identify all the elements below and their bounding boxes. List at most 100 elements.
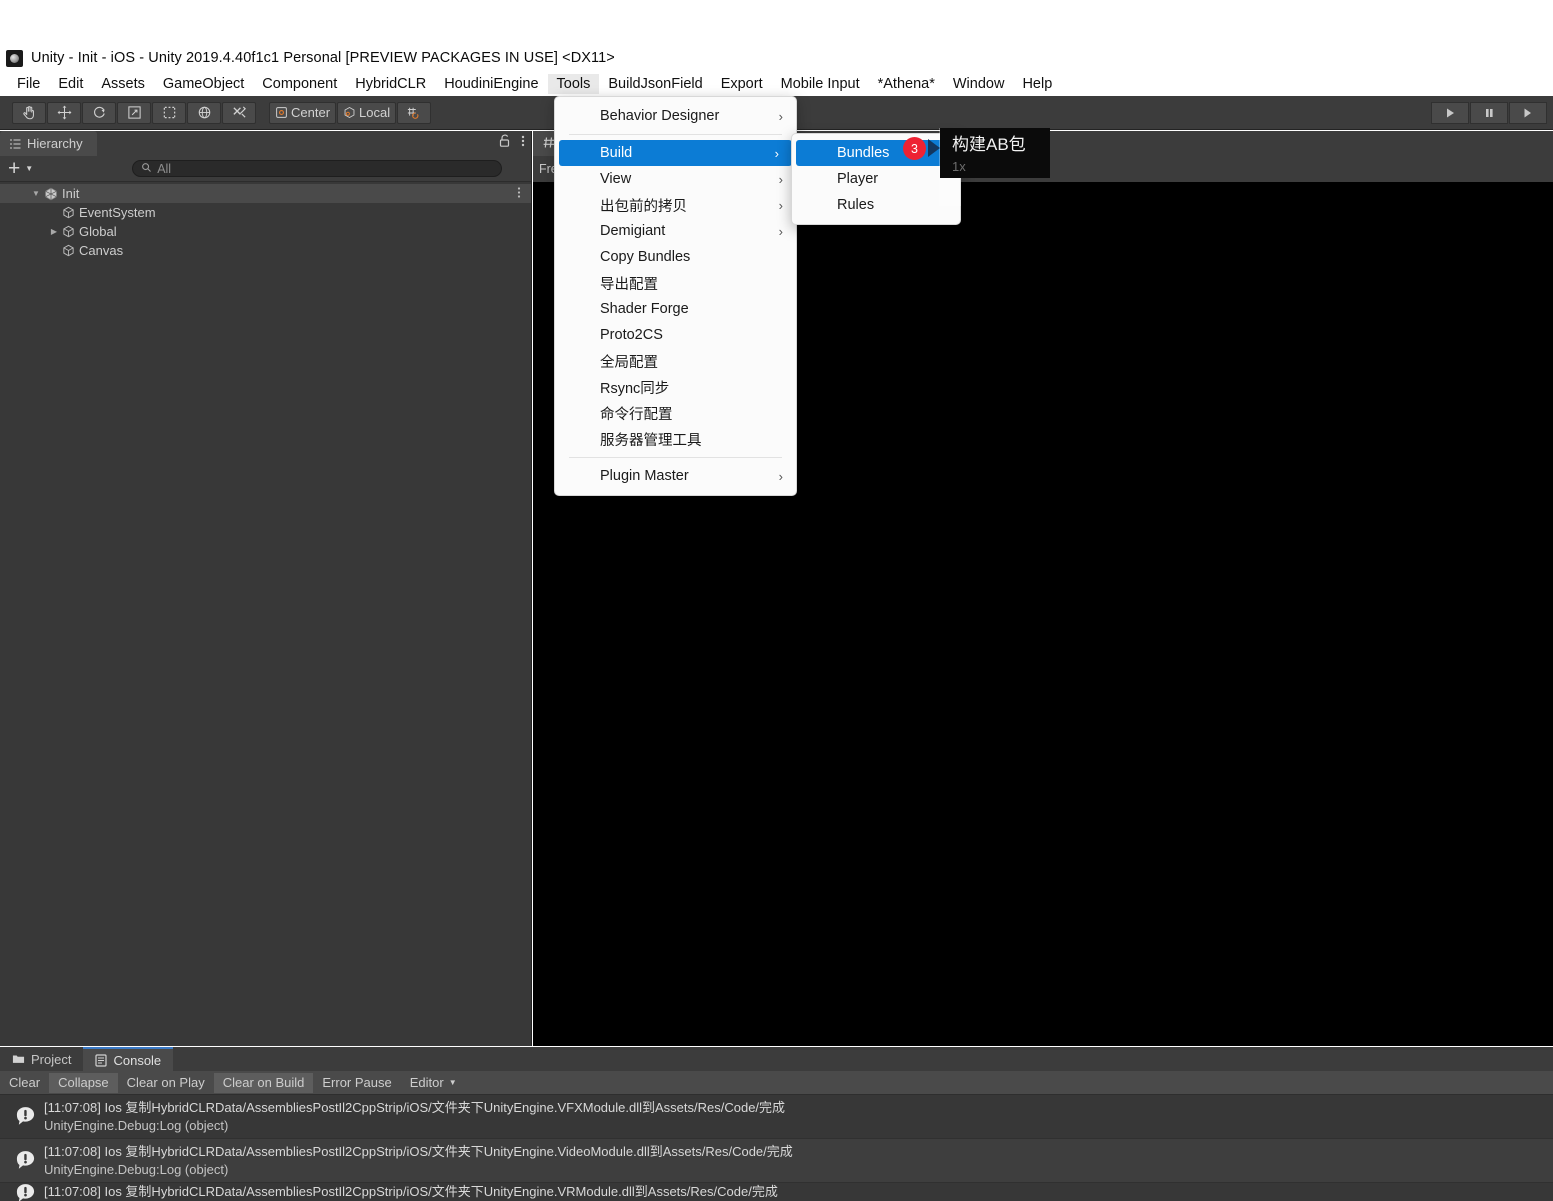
console-button-label: Error Pause [322, 1075, 392, 1090]
annotation-tooltip: 构建AB包 1x [940, 128, 1050, 178]
console-error-pause-button[interactable]: Error Pause [313, 1073, 400, 1093]
menu-item-demigiant[interactable]: Demigiant › [555, 218, 796, 244]
menu-help[interactable]: Help [1013, 74, 1061, 94]
console-toolbar: Clear Collapse Clear on Play Clear on Build… [0, 1071, 1553, 1095]
menu-item-build[interactable]: Build › [559, 140, 792, 166]
menu-item-命令行配置[interactable]: 命令行配置 [555, 400, 796, 426]
menu-gameobject[interactable]: GameObject [154, 74, 253, 94]
console-button-label: Clear on Build [222, 1075, 305, 1090]
pivot-rotation-label: Local [359, 105, 391, 120]
kebab-menu-icon[interactable] [521, 134, 525, 153]
menu-item-copy-bundles[interactable]: Copy Bundles [555, 244, 796, 270]
hierarchy-item-global[interactable]: ▶ Global [0, 222, 531, 241]
menu-window[interactable]: Window [944, 74, 1014, 94]
menu-item-view[interactable]: View › [555, 166, 796, 192]
menu-houdiniengine[interactable]: HoudiniEngine [435, 74, 547, 94]
menu-item-服务器管理工具[interactable]: 服务器管理工具 [555, 426, 796, 452]
console-clear-button[interactable]: Clear [0, 1073, 49, 1093]
menu-file[interactable]: File [8, 74, 49, 94]
menu-separator [569, 457, 782, 458]
chevron-down-icon: ▼ [448, 1078, 457, 1087]
transform-tool-icon[interactable] [187, 101, 221, 124]
console-button-label: Clear [9, 1075, 41, 1090]
game-view-scale-label: 1x [952, 159, 966, 174]
kebab-menu-icon[interactable] [517, 186, 521, 202]
menu-item-rsync同步[interactable]: Rsync同步 [555, 374, 796, 400]
menu-athena[interactable]: *Athena* [869, 74, 944, 94]
pivot-rotation-button[interactable]: Local [337, 101, 397, 124]
rotate-tool-icon[interactable] [82, 101, 116, 124]
hand-tool-icon[interactable] [12, 101, 46, 124]
window-title: Unity - Init - iOS - Unity 2019.4.40f1c1… [31, 50, 615, 66]
menu-component[interactable]: Component [253, 74, 346, 94]
chevron-right-icon: › [778, 223, 783, 239]
hierarchy-item-eventsystem[interactable]: EventSystem [0, 203, 531, 222]
scale-tool-icon[interactable] [117, 101, 151, 124]
folder-icon [12, 1053, 25, 1065]
menu-item-导出配置[interactable]: 导出配置 [555, 270, 796, 296]
menu-item-出包前的拷贝[interactable]: 出包前的拷贝 › [555, 192, 796, 218]
menu-item-label: 导出配置 [600, 276, 658, 293]
console-clear-on-build-button[interactable]: Clear on Build [213, 1072, 314, 1093]
menu-edit[interactable]: Edit [49, 74, 92, 94]
menu-export[interactable]: Export [712, 74, 772, 94]
menu-item-label: Build [600, 145, 633, 161]
gameobject-icon [62, 225, 75, 238]
hierarchy-item-label: EventSystem [79, 205, 156, 220]
hierarchy-tab-actions [499, 131, 525, 156]
chevron-right-icon: › [778, 108, 783, 124]
console-collapse-button[interactable]: Collapse [49, 1072, 118, 1093]
console-log-message: [11:07:08] Ios 复制HybridCLRData/Assemblie… [44, 1099, 786, 1115]
menu-item-shader-forge[interactable]: Shader Forge [555, 296, 796, 322]
pivot-mode-button[interactable]: Center [269, 101, 337, 124]
console-log-row[interactable]: [11:07:08] Ios 复制HybridCLRData/Assemblie… [0, 1095, 1553, 1139]
search-input[interactable]: All [132, 160, 503, 177]
console-editor-button[interactable]: Editor ▼ [401, 1073, 466, 1093]
menu-assets[interactable]: Assets [92, 74, 154, 94]
tab-console[interactable]: Console [83, 1047, 174, 1071]
hierarchy-item-label: Global [79, 224, 117, 239]
step-button[interactable] [1509, 101, 1547, 124]
tab-hierarchy[interactable]: Hierarchy [0, 131, 97, 156]
log-info-icon [10, 1150, 40, 1171]
custom-tool-icon[interactable] [222, 101, 256, 124]
tab-project[interactable]: Project [0, 1047, 84, 1071]
menu-item-behavior-designer[interactable]: Behavior Designer › [555, 103, 796, 129]
menu-item-label: Rules [837, 197, 875, 213]
menu-hybridclr[interactable]: HybridCLR [346, 74, 435, 94]
chevron-right-icon[interactable]: ▶ [48, 227, 60, 236]
menu-item-全局配置[interactable]: 全局配置 [555, 348, 796, 374]
menu-item-label: Shader Forge [600, 301, 689, 317]
move-tool-icon[interactable] [47, 101, 81, 124]
console-log-text: [11:07:08] Ios 复制HybridCLRData/Assemblie… [44, 1143, 793, 1179]
menu-item-rules[interactable]: Rules [792, 192, 960, 218]
menu-item-label: Behavior Designer [600, 108, 720, 124]
menu-item-proto2cs[interactable]: Proto2CS [555, 322, 796, 348]
menu-tools[interactable]: Tools [547, 74, 600, 94]
grid-snap-icon[interactable] [397, 101, 432, 124]
play-controls [1430, 101, 1547, 124]
console-clear-on-play-button[interactable]: Clear on Play [118, 1073, 214, 1093]
hierarchy-item-canvas[interactable]: Canvas [0, 241, 531, 260]
log-info-icon [10, 1183, 40, 1201]
chevron-right-icon: › [778, 171, 783, 187]
console-log-row[interactable]: [11:07:08] Ios 复制HybridCLRData/Assemblie… [0, 1139, 1553, 1183]
menu-buildjsonfield[interactable]: BuildJsonField [599, 74, 711, 94]
hierarchy-tab-row: Hierarchy [0, 131, 531, 156]
pause-button[interactable] [1470, 101, 1508, 124]
plus-icon: + [8, 156, 21, 180]
menu-mobile-input[interactable]: Mobile Input [772, 74, 869, 94]
console-button-label: Clear on Play [126, 1075, 205, 1090]
rect-tool-icon[interactable] [152, 101, 186, 124]
menu-bar: File Edit Assets GameObject Component HybridC… [0, 72, 1553, 96]
menu-item-plugin-master[interactable]: Plugin Master › [555, 463, 796, 489]
create-gameobject-button[interactable]: + ▼ [8, 156, 33, 180]
menu-item-label: View [600, 171, 632, 187]
console-log-row[interactable]: [11:07:08] Ios 复制HybridCLRData/Assemblie… [0, 1183, 1553, 1201]
play-button[interactable] [1431, 101, 1469, 124]
menu-item-player[interactable]: Player [792, 166, 960, 192]
lock-icon[interactable] [499, 134, 511, 153]
log-info-icon [10, 1106, 40, 1127]
hierarchy-item-init[interactable]: ▼ Init [0, 184, 531, 203]
chevron-down-icon[interactable]: ▼ [30, 189, 42, 198]
